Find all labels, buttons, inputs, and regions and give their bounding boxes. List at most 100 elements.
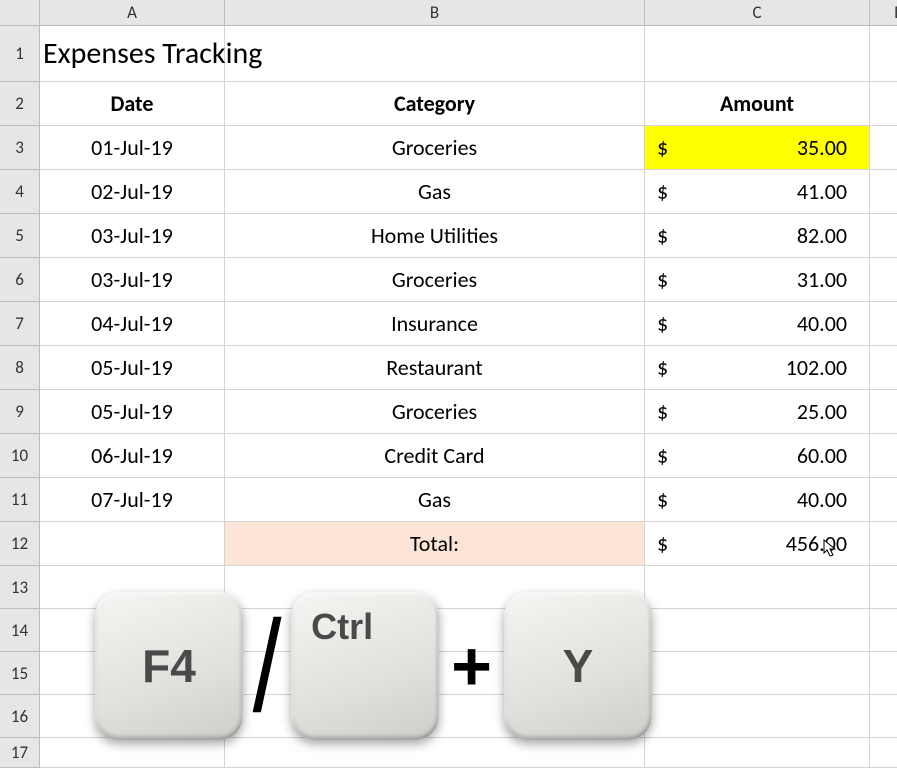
- cell-date-8[interactable]: 05-Jul-19: [40, 346, 225, 390]
- cell-D16[interactable]: [870, 695, 897, 738]
- cell-date-11[interactable]: 07-Jul-19: [40, 478, 225, 522]
- cell-D13[interactable]: [870, 566, 897, 609]
- cell-date-3[interactable]: 01-Jul-19: [40, 126, 225, 170]
- select-all-corner[interactable]: [0, 0, 40, 26]
- cell-category-5[interactable]: Home Utilities: [225, 214, 645, 258]
- cell-category-6[interactable]: Groceries: [225, 258, 645, 302]
- cell-total-label[interactable]: Total:: [225, 522, 645, 566]
- cell-amount-8[interactable]: $102.00: [645, 346, 870, 390]
- cell-category-8[interactable]: Restaurant: [225, 346, 645, 390]
- key-f4: F4: [95, 592, 243, 740]
- row-header-12[interactable]: 12: [0, 522, 40, 566]
- row-header-4[interactable]: 4: [0, 170, 40, 214]
- amount-value: 35.00: [797, 134, 847, 161]
- amount-value: 25.00: [797, 398, 847, 425]
- cell-amount-3[interactable]: $35.00: [645, 126, 870, 170]
- cell-D2[interactable]: [870, 82, 897, 126]
- cell-amount-5[interactable]: $82.00: [645, 214, 870, 258]
- row-header-6[interactable]: 6: [0, 258, 40, 302]
- amount-value: 456.00: [786, 530, 847, 557]
- column-header-a[interactable]: A: [40, 0, 225, 26]
- cell-amount-11[interactable]: $40.00: [645, 478, 870, 522]
- cell-D17[interactable]: [870, 738, 897, 768]
- cell-D11[interactable]: [870, 478, 897, 522]
- row-header-14[interactable]: 14: [0, 609, 40, 652]
- cell-A1[interactable]: Expenses Tracking: [40, 26, 225, 82]
- header-category[interactable]: Category: [225, 82, 645, 126]
- cell-D15[interactable]: [870, 652, 897, 695]
- cell-amount-4[interactable]: $41.00: [645, 170, 870, 214]
- currency-symbol: $: [657, 266, 668, 293]
- currency-symbol: $: [657, 310, 668, 337]
- cell-C1[interactable]: [645, 26, 870, 82]
- cell-amount-10[interactable]: $60.00: [645, 434, 870, 478]
- cell-date-10[interactable]: 06-Jul-19: [40, 434, 225, 478]
- cell-amount-6[interactable]: $31.00: [645, 258, 870, 302]
- shortcut-overlay: F4 / Ctrl + Y: [95, 581, 652, 751]
- cell-D5[interactable]: [870, 214, 897, 258]
- cell-D10[interactable]: [870, 434, 897, 478]
- cell-D3[interactable]: [870, 126, 897, 170]
- row-header-1[interactable]: 1: [0, 26, 40, 82]
- cell-date-9[interactable]: 05-Jul-19: [40, 390, 225, 434]
- row-header-11[interactable]: 11: [0, 478, 40, 522]
- cell-total-amount[interactable]: $456.00: [645, 522, 870, 566]
- cell-D9[interactable]: [870, 390, 897, 434]
- header-date[interactable]: Date: [40, 82, 225, 126]
- cell-date-7[interactable]: 04-Jul-19: [40, 302, 225, 346]
- row-header-7[interactable]: 7: [0, 302, 40, 346]
- key-ctrl: Ctrl: [291, 592, 439, 740]
- amount-value: 102.00: [786, 354, 847, 381]
- cell-A12[interactable]: [40, 522, 225, 566]
- cell-C17[interactable]: [645, 738, 870, 768]
- row-header-16[interactable]: 16: [0, 695, 40, 738]
- currency-symbol: $: [657, 530, 668, 557]
- separator-plus: +: [451, 626, 492, 706]
- currency-symbol: $: [657, 486, 668, 513]
- amount-value: 31.00: [797, 266, 847, 293]
- header-amount[interactable]: Amount: [645, 82, 870, 126]
- cell-D14[interactable]: [870, 609, 897, 652]
- cell-D8[interactable]: [870, 346, 897, 390]
- column-header-b[interactable]: B: [225, 0, 645, 26]
- cell-D1[interactable]: [870, 26, 897, 82]
- cell-category-7[interactable]: Insurance: [225, 302, 645, 346]
- row-header-2[interactable]: 2: [0, 82, 40, 126]
- cell-date-5[interactable]: 03-Jul-19: [40, 214, 225, 258]
- column-headers: ABCD: [40, 0, 897, 26]
- cell-C13[interactable]: [645, 566, 870, 609]
- row-header-9[interactable]: 9: [0, 390, 40, 434]
- column-header-c[interactable]: C: [645, 0, 870, 26]
- cell-D6[interactable]: [870, 258, 897, 302]
- row-header-17[interactable]: 17: [0, 738, 40, 768]
- cell-C15[interactable]: [645, 652, 870, 695]
- row-header-10[interactable]: 10: [0, 434, 40, 478]
- row-headers: 1234567891011121314151617: [0, 26, 40, 768]
- cell-D12[interactable]: [870, 522, 897, 566]
- cell-category-4[interactable]: Gas: [225, 170, 645, 214]
- amount-value: 60.00: [797, 442, 847, 469]
- cell-category-10[interactable]: Credit Card: [225, 434, 645, 478]
- column-header-d[interactable]: D: [870, 0, 897, 26]
- row-header-3[interactable]: 3: [0, 126, 40, 170]
- row-header-15[interactable]: 15: [0, 652, 40, 695]
- amount-value: 82.00: [797, 222, 847, 249]
- cell-C14[interactable]: [645, 609, 870, 652]
- row-header-13[interactable]: 13: [0, 566, 40, 609]
- cell-category-11[interactable]: Gas: [225, 478, 645, 522]
- currency-symbol: $: [657, 442, 668, 469]
- separator-slash: /: [253, 601, 282, 731]
- cell-amount-9[interactable]: $25.00: [645, 390, 870, 434]
- cell-category-3[interactable]: Groceries: [225, 126, 645, 170]
- cell-D7[interactable]: [870, 302, 897, 346]
- currency-symbol: $: [657, 222, 668, 249]
- row-header-5[interactable]: 5: [0, 214, 40, 258]
- cell-amount-7[interactable]: $40.00: [645, 302, 870, 346]
- cell-B1[interactable]: [225, 26, 645, 82]
- cell-category-9[interactable]: Groceries: [225, 390, 645, 434]
- row-header-8[interactable]: 8: [0, 346, 40, 390]
- cell-C16[interactable]: [645, 695, 870, 738]
- cell-D4[interactable]: [870, 170, 897, 214]
- cell-date-4[interactable]: 02-Jul-19: [40, 170, 225, 214]
- cell-date-6[interactable]: 03-Jul-19: [40, 258, 225, 302]
